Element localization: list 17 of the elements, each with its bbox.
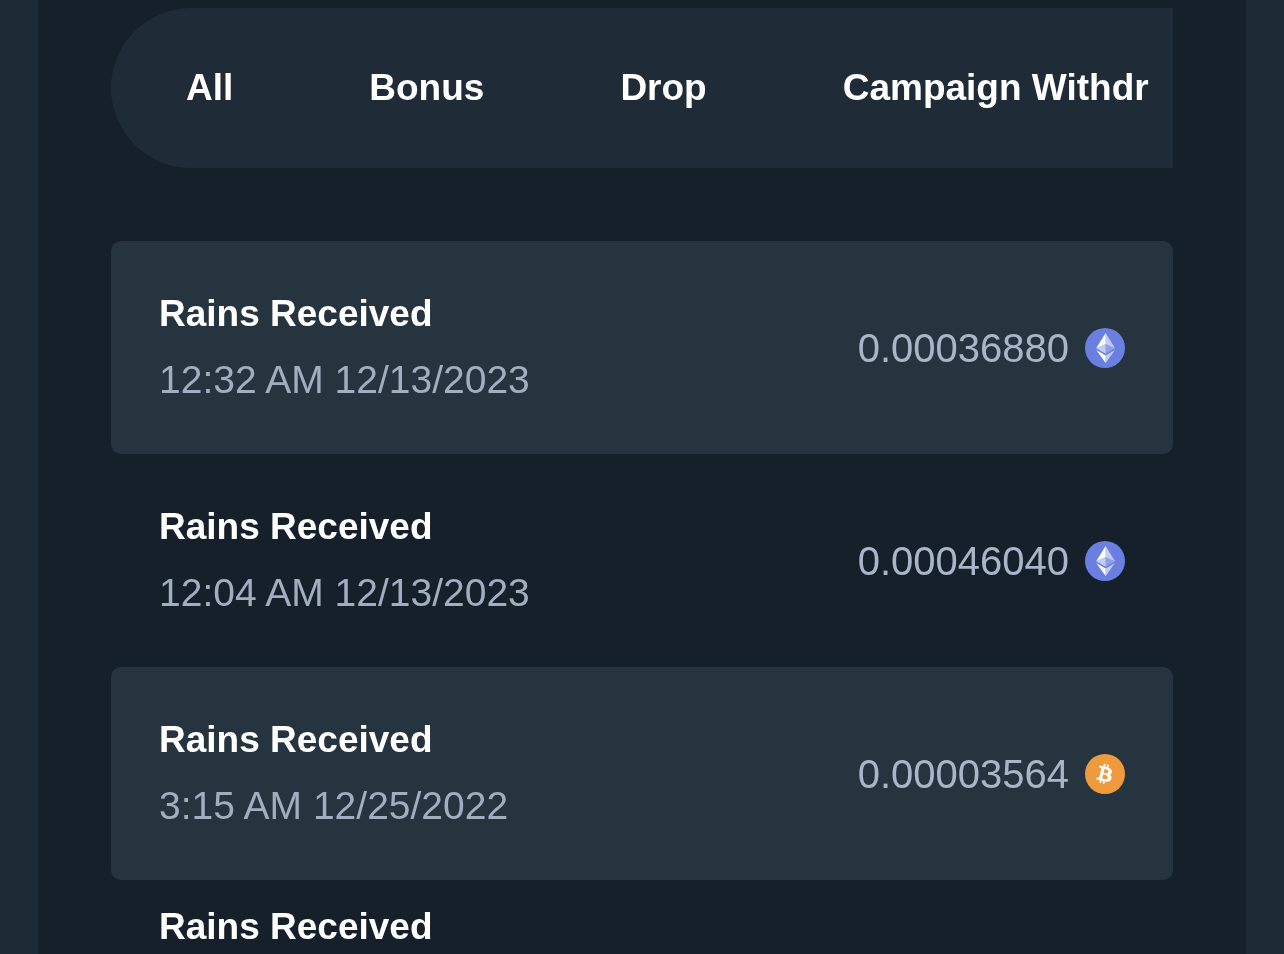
transaction-amount: 0.00003564	[857, 750, 1069, 797]
transaction-time: 3:15 AM 12/25/2022	[159, 782, 509, 829]
filter-tab[interactable]: Campaign Withdr	[774, 44, 1149, 132]
filter-tab[interactable]: All	[118, 44, 302, 132]
transaction-amount: 0.00036880	[857, 324, 1069, 371]
transaction-title: Rains Received	[159, 718, 434, 761]
ethereum-coin-icon	[1085, 327, 1125, 368]
ethereum-coin-icon	[1085, 540, 1125, 581]
filter-tab[interactable]: Drop	[552, 44, 775, 132]
transaction-title: Rains Received	[159, 292, 434, 335]
bitcoin-coin-icon	[1085, 753, 1125, 794]
filter-tab[interactable]: Bonus	[301, 44, 553, 132]
transaction-amount: 0.00046040	[857, 537, 1069, 584]
transaction-title: Rains Received	[159, 505, 434, 548]
transaction-title: Rains Received	[159, 906, 433, 948]
transaction-time: 12:32 AM 12/13/2023	[159, 356, 530, 403]
transaction-time: 12:04 AM 12/13/2023	[159, 569, 530, 616]
